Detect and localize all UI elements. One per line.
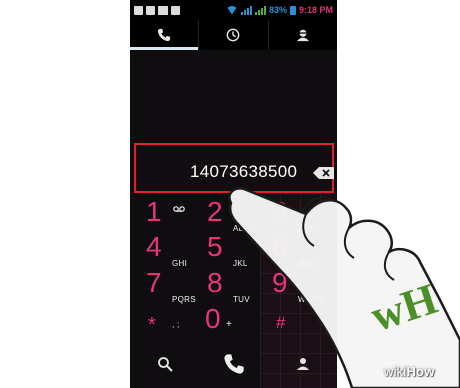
wikihow-watermark: wikiHow xyxy=(384,364,435,379)
